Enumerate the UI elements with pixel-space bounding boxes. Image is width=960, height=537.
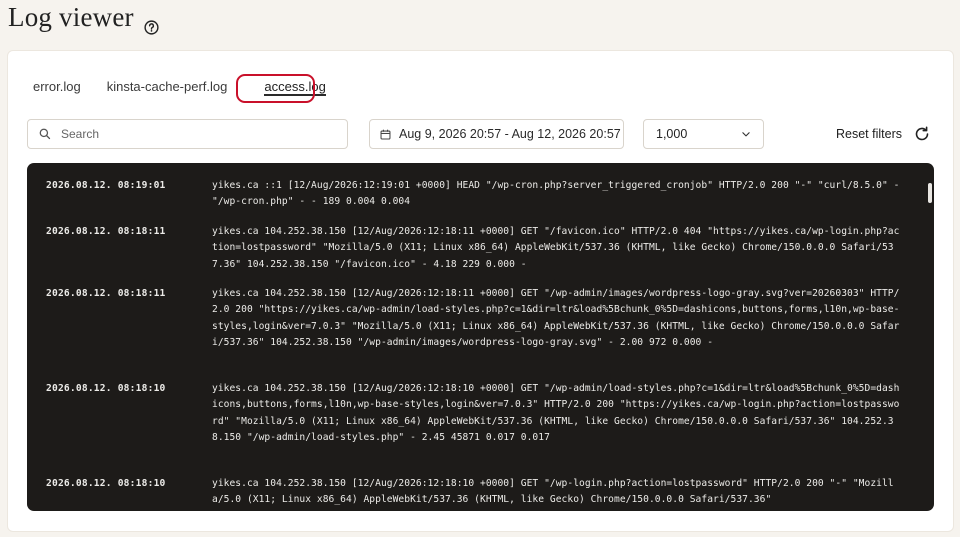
log-entry-message: yikes.ca 104.252.38.150 [12/Aug/2026:12:… bbox=[212, 288, 900, 349]
log-viewer-card: error.log kinsta-cache-perf.log access.l… bbox=[7, 50, 954, 532]
log-entry-timestamp: 2026.08.12. 08:18:11 bbox=[46, 288, 166, 299]
page-title-text: Log viewer bbox=[8, 2, 134, 32]
log-entry-timestamp: 2026.08.12. 08:18:11 bbox=[46, 226, 166, 237]
log-entry: 2026.08.12. 08:18:11 yikes.ca 104.252.38… bbox=[46, 224, 902, 273]
log-entry-message: yikes.ca 104.252.38.150 [12/Aug/2026:12:… bbox=[212, 478, 894, 506]
log-entry: 2026.08.12. 08:18:10 yikes.ca 104.252.38… bbox=[46, 476, 902, 509]
tab-error-log[interactable]: error.log bbox=[33, 77, 89, 99]
log-entry: 2026.08.12. 08:18:10 yikes.ca 104.252.38… bbox=[46, 381, 902, 447]
lines-select[interactable]: 1,000 bbox=[643, 119, 764, 149]
log-scroll-area[interactable]: 2026.08.12. 08:19:01 yikes.ca ::1 [12/Au… bbox=[27, 163, 934, 511]
date-range-value: Aug 9, 2026 20:57 - Aug 12, 2026 20:57 bbox=[399, 127, 621, 141]
log-entry-timestamp: 2026.08.12. 08:18:10 bbox=[46, 383, 166, 394]
active-tab-highlight bbox=[236, 74, 315, 103]
log-entry: 2026.08.12. 08:18:11 yikes.ca 104.252.38… bbox=[46, 286, 902, 352]
date-range-picker[interactable]: Aug 9, 2026 20:57 - Aug 12, 2026 20:57 bbox=[369, 119, 624, 149]
log-entry-message: yikes.ca 104.252.38.150 [12/Aug/2026:12:… bbox=[212, 383, 900, 444]
log-entry-timestamp: 2026.08.12. 08:18:10 bbox=[46, 478, 166, 489]
page-title: Log viewer bbox=[8, 2, 159, 35]
log-entry-timestamp: 2026.08.12. 08:19:01 bbox=[46, 180, 166, 191]
log-entry-message: yikes.ca ::1 [12/Aug/2026:12:19:01 +0000… bbox=[212, 180, 906, 208]
tab-kinsta-cache-perf-log[interactable]: kinsta-cache-perf.log bbox=[107, 77, 236, 99]
chevron-down-icon bbox=[742, 132, 750, 137]
log-entry: 2026.08.12. 08:19:01 yikes.ca ::1 [12/Au… bbox=[46, 178, 902, 211]
refresh-icon[interactable] bbox=[914, 126, 930, 142]
log-scrollbar[interactable] bbox=[928, 183, 932, 203]
calendar-icon bbox=[380, 129, 391, 139]
lines-select-value: 1,000 bbox=[656, 127, 688, 141]
search-field[interactable] bbox=[27, 119, 348, 149]
log-entry-message: yikes.ca 104.252.38.150 [12/Aug/2026:12:… bbox=[212, 226, 900, 270]
log-output-panel[interactable]: 2026.08.12. 08:19:01 yikes.ca ::1 [12/Au… bbox=[27, 163, 934, 511]
question-circle-icon[interactable] bbox=[144, 11, 159, 35]
search-icon bbox=[39, 128, 51, 140]
reset-filters-button[interactable]: Reset filters bbox=[836, 127, 902, 141]
search-input[interactable] bbox=[59, 126, 333, 142]
